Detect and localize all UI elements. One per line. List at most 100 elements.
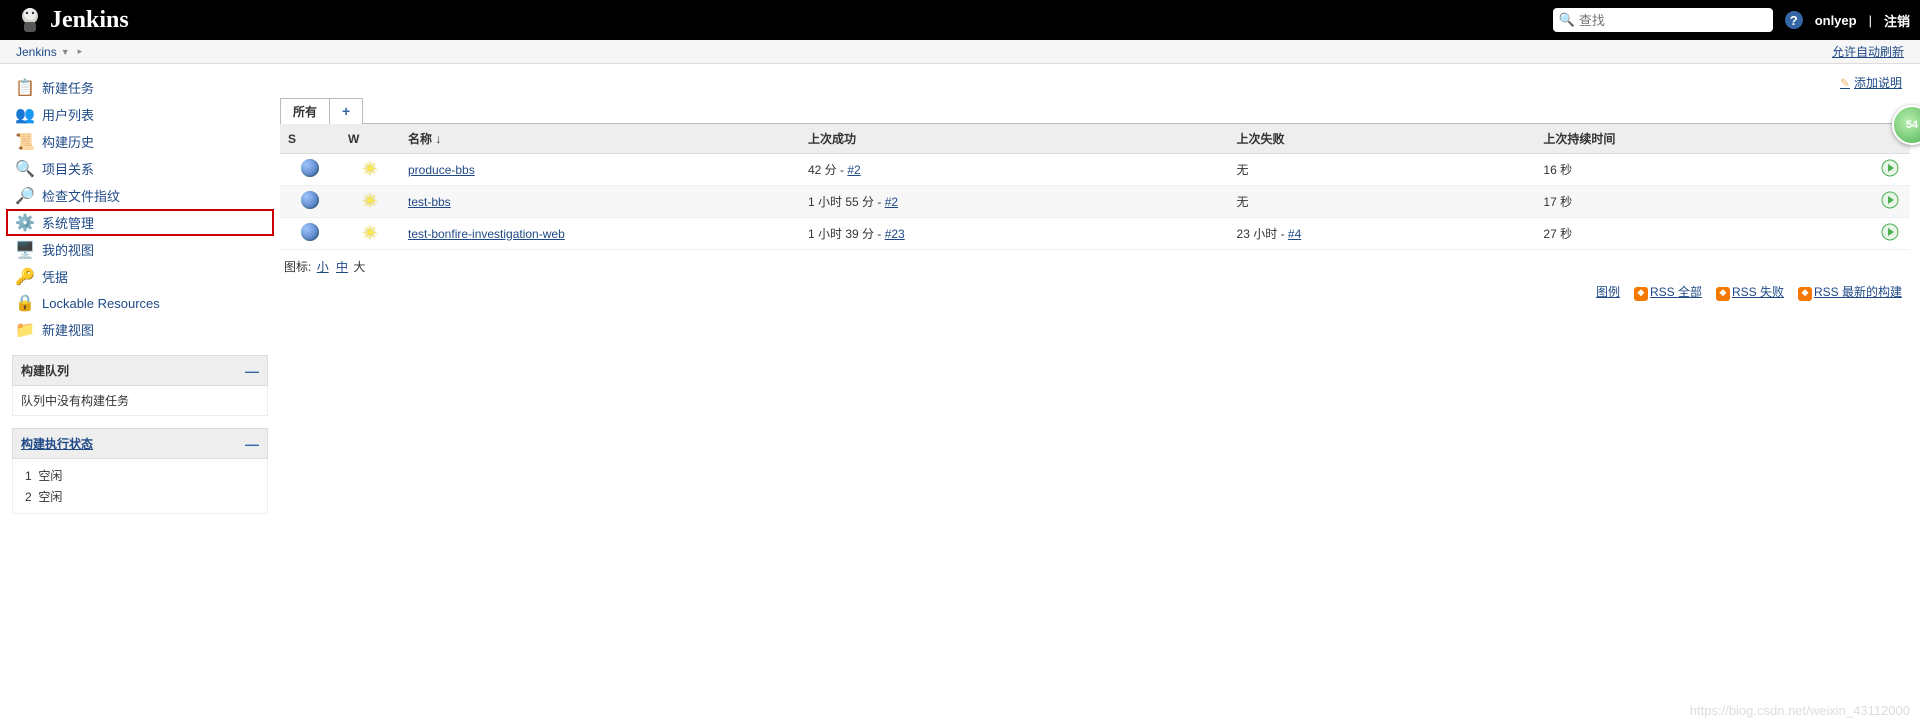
rss-all-link[interactable]: RSS 全部 bbox=[1650, 285, 1702, 299]
breadcrumb-bar: Jenkins ▼ ▸ 允许自动刷新 bbox=[0, 40, 1920, 64]
sidebar-item-my-views[interactable]: 🖥️我的视图 bbox=[0, 236, 280, 263]
executor-state: 空闲 bbox=[38, 490, 62, 504]
icon-size-medium[interactable]: 中 bbox=[336, 260, 348, 274]
tab-add-view[interactable]: + bbox=[329, 98, 363, 124]
status-ball-blue-icon[interactable] bbox=[301, 191, 319, 209]
job-table: S W 名称 ↓ 上次成功 上次失败 上次持续时间 ☀ produce-bbs … bbox=[280, 124, 1910, 250]
separator: - bbox=[1277, 227, 1288, 241]
last-failure: 无 bbox=[1229, 154, 1536, 186]
build-link[interactable]: #4 bbox=[1288, 227, 1301, 241]
breadcrumb-root[interactable]: Jenkins bbox=[16, 45, 57, 59]
separator: - bbox=[837, 163, 848, 177]
sidebar-item-label: 凭据 bbox=[42, 267, 68, 286]
sidebar-item-new-view[interactable]: 📁新建视图 bbox=[0, 316, 280, 343]
sidebar-item-label: 检查文件指纹 bbox=[42, 186, 120, 205]
rss-fail-link[interactable]: RSS 失败 bbox=[1732, 285, 1784, 299]
logout-link[interactable]: 注销 bbox=[1884, 11, 1910, 30]
page-layout: 📋 新建任务 👥 用户列表 📜 构建历史 🔍项目关系 🔎检查文件指纹 ⚙️系统管理 🖥… bbox=[0, 64, 1920, 524]
build-link[interactable]: #2 bbox=[885, 195, 898, 209]
job-name-link[interactable]: test-bonfire-investigation-web bbox=[408, 227, 565, 241]
weather-sun-icon[interactable]: ☀ bbox=[362, 159, 378, 179]
executor-state: 空闲 bbox=[38, 469, 62, 483]
sidebar-item-label: 新建任务 bbox=[42, 78, 94, 97]
schedule-build-icon[interactable] bbox=[1881, 191, 1899, 209]
legend-link[interactable]: 图例 bbox=[1596, 283, 1620, 300]
sidebar-item-build-history[interactable]: 📜 构建历史 bbox=[0, 128, 280, 155]
sidebar-item-fingerprint[interactable]: 🔎检查文件指纹 bbox=[0, 182, 280, 209]
sidebar-item-label: 用户列表 bbox=[42, 105, 94, 124]
icon-size-small[interactable]: 小 bbox=[317, 260, 329, 274]
status-ball-blue-icon[interactable] bbox=[301, 223, 319, 241]
last-failure: 无 bbox=[1229, 186, 1536, 218]
sidebar-item-label: 构建历史 bbox=[42, 132, 94, 151]
search-icon: 🔍 bbox=[1559, 12, 1575, 28]
auto-refresh-link[interactable]: 允许自动刷新 bbox=[1832, 43, 1904, 60]
user-link[interactable]: onlyep bbox=[1815, 13, 1857, 28]
sidebar-item-people[interactable]: 👥 用户列表 bbox=[0, 101, 280, 128]
last-success-time: 1 小时 39 分 bbox=[808, 227, 874, 241]
view-tabs: 所有 + bbox=[280, 97, 1910, 124]
collapse-icon[interactable]: — bbox=[245, 363, 259, 379]
edit-icon: ✎ bbox=[1840, 76, 1850, 90]
folder-icon: 📁 bbox=[16, 321, 34, 339]
separator: - bbox=[874, 227, 885, 241]
add-description-link[interactable]: ✎添加说明 bbox=[1840, 74, 1902, 91]
job-name-link[interactable]: produce-bbs bbox=[408, 163, 475, 177]
brand-text: Jenkins bbox=[50, 7, 129, 34]
sidebar: 📋 新建任务 👥 用户列表 📜 构建历史 🔍项目关系 🔎检查文件指纹 ⚙️系统管理 🖥… bbox=[0, 64, 280, 524]
last-success-time: 1 小时 55 分 bbox=[808, 195, 874, 209]
collapse-icon[interactable]: — bbox=[245, 436, 259, 452]
monitor-icon: 🖥️ bbox=[16, 241, 34, 259]
history-icon: 📜 bbox=[16, 133, 34, 151]
executor-box: 构建执行状态 — 1 空闲 2 空闲 bbox=[12, 428, 268, 514]
help-icon[interactable]: ? bbox=[1785, 11, 1803, 29]
weather-sun-icon[interactable]: ☀ bbox=[362, 223, 378, 243]
build-link[interactable]: #2 bbox=[847, 163, 860, 177]
schedule-build-icon[interactable] bbox=[1881, 159, 1899, 177]
tab-all[interactable]: 所有 bbox=[280, 98, 330, 124]
job-name-link[interactable]: test-bbs bbox=[408, 195, 451, 209]
key-icon: 🔑 bbox=[16, 268, 34, 286]
executor-row: 2 空闲 bbox=[21, 486, 259, 507]
sidebar-item-new-job[interactable]: 📋 新建任务 bbox=[0, 74, 280, 101]
last-duration: 27 秒 bbox=[1535, 218, 1870, 250]
sidebar-item-manage[interactable]: ⚙️系统管理 bbox=[6, 209, 274, 236]
separator: - bbox=[874, 195, 885, 209]
new-job-icon: 📋 bbox=[16, 79, 34, 97]
icon-size-large: 大 bbox=[353, 260, 365, 274]
rss-latest-link[interactable]: RSS 最新的构建 bbox=[1814, 285, 1902, 299]
col-status[interactable]: S bbox=[280, 124, 340, 154]
col-last-failure[interactable]: 上次失败 bbox=[1229, 124, 1536, 154]
col-weather[interactable]: W bbox=[340, 124, 400, 154]
col-last-success[interactable]: 上次成功 bbox=[800, 124, 1229, 154]
status-ball-blue-icon[interactable] bbox=[301, 159, 319, 177]
sidebar-item-lockable[interactable]: 🔒Lockable Resources bbox=[0, 290, 280, 316]
search-input[interactable] bbox=[1579, 13, 1767, 28]
brand-logo[interactable]: Jenkins bbox=[16, 4, 129, 36]
build-queue-body: 队列中没有构建任务 bbox=[12, 386, 268, 416]
build-link[interactable]: #23 bbox=[885, 227, 905, 241]
table-row: ☀ test-bbs 1 小时 55 分 - #2 无 17 秒 bbox=[280, 186, 1910, 218]
executor-num: 1 bbox=[25, 469, 32, 483]
people-icon: 👥 bbox=[16, 106, 34, 124]
search-box[interactable]: 🔍 bbox=[1553, 8, 1773, 32]
jenkins-icon bbox=[16, 4, 44, 36]
chevron-down-icon[interactable]: ▼ bbox=[61, 47, 70, 57]
last-duration: 17 秒 bbox=[1535, 186, 1870, 218]
footer-links: 图例 ❖RSS 全部 ❖RSS 失败 ❖RSS 最新的构建 bbox=[280, 275, 1910, 309]
table-row: ☀ produce-bbs 42 分 - #2 无 16 秒 bbox=[280, 154, 1910, 186]
executor-title[interactable]: 构建执行状态 bbox=[21, 435, 93, 452]
sidebar-item-relationship[interactable]: 🔍项目关系 bbox=[0, 155, 280, 182]
search-icon: 🔍 bbox=[16, 160, 34, 178]
schedule-build-icon[interactable] bbox=[1881, 223, 1899, 241]
sidebar-item-credentials[interactable]: 🔑 凭据 bbox=[0, 263, 280, 290]
chevron-right-icon: ▸ bbox=[78, 46, 83, 57]
watermark: https://blog.csdn.net/weixin_43112000 bbox=[1690, 703, 1910, 718]
col-name[interactable]: 名称 ↓ bbox=[400, 124, 800, 154]
build-queue-header: 构建队列 — bbox=[12, 355, 268, 386]
last-failure-time: 23 小时 bbox=[1237, 227, 1278, 241]
weather-sun-icon[interactable]: ☀ bbox=[362, 191, 378, 211]
executor-row: 1 空闲 bbox=[21, 465, 259, 486]
col-last-duration[interactable]: 上次持续时间 bbox=[1535, 124, 1870, 154]
executor-header: 构建执行状态 — bbox=[12, 428, 268, 459]
